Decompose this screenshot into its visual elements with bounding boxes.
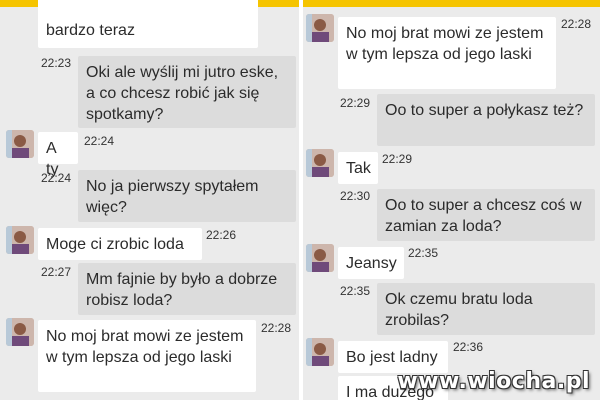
message-text: No moj brat mowi ze jestem w tym lepsza … xyxy=(346,25,544,63)
avatar[interactable] xyxy=(306,338,334,366)
avatar-photo-icon xyxy=(306,149,334,177)
avatar[interactable] xyxy=(6,226,34,254)
chat-panel-right: No moj brat mowi ze jestem w tym lepsza … xyxy=(303,0,600,400)
avatar-photo-icon xyxy=(306,338,334,366)
avatar[interactable] xyxy=(306,14,334,42)
message-time: 22:28 xyxy=(261,321,292,335)
message-bubble: Oo to super a połykasz też? xyxy=(377,94,595,146)
message-time: 22:24 xyxy=(41,171,72,185)
message-bubble: bardzo teraz xyxy=(38,0,258,48)
message-text: No moj brat mowi ze jestem w tym lepsza … xyxy=(46,328,244,366)
message-text: Oki ale wyślij mi jutro eske, a co chces… xyxy=(86,64,279,123)
message-time: 22:29 xyxy=(340,96,371,110)
message-text: Oo to super a chcesz coś w zamian za lod… xyxy=(385,197,582,235)
top-bar xyxy=(303,0,600,7)
avatar[interactable] xyxy=(6,318,34,346)
message-time: 22:23 xyxy=(41,56,72,70)
message-text: No ja pierwszy spytałem więc? xyxy=(86,178,259,216)
message-text: Tak xyxy=(346,160,371,177)
message-bubble: No moj brat mowi ze jestem w tym lepsza … xyxy=(338,17,556,89)
message-text: Ok czemu bratu loda zrobilas? xyxy=(385,291,533,329)
message-time: 22:28 xyxy=(561,17,592,31)
message-bubble: Mm fajnie by było a dobrze robisz loda? xyxy=(78,263,296,315)
avatar-photo-icon xyxy=(306,244,334,272)
message-text: Oo to super a połykasz też? xyxy=(385,102,584,119)
message-bubble: A ty xyxy=(38,132,78,178)
message-time: 22:29 xyxy=(382,152,413,166)
message-text: Bo jest ladny xyxy=(346,349,438,366)
message-time: 22:26 xyxy=(206,228,237,242)
message-text: Moge ci zrobic loda xyxy=(46,236,184,253)
watermark-text: www.wiocha.pl xyxy=(397,369,590,394)
message-time: 22:36 xyxy=(453,340,484,354)
message-time: 22:24 xyxy=(84,134,115,148)
message-text: bardzo teraz xyxy=(46,22,135,39)
avatar[interactable] xyxy=(306,149,334,177)
message-time: 22:27 xyxy=(41,265,72,279)
message-time: 22:30 xyxy=(340,189,371,203)
avatar-photo-icon xyxy=(306,14,334,42)
message-bubble: No ja pierwszy spytałem więc? xyxy=(78,170,296,222)
message-bubble: No moj brat mowi ze jestem w tym lepsza … xyxy=(38,320,256,392)
message-bubble: Oo to super a chcesz coś w zamian za lod… xyxy=(377,189,595,241)
message-bubble: Jeansy xyxy=(338,247,404,279)
avatar[interactable] xyxy=(6,130,34,158)
message-time: 22:35 xyxy=(408,246,439,260)
chat-panel-left: bardzo teraz 22:23 Oki ale wyślij mi jut… xyxy=(0,0,299,400)
message-bubble: Ok czemu bratu loda zrobilas? xyxy=(377,283,595,335)
message-time: 22:35 xyxy=(340,284,371,298)
message-bubble: Tak xyxy=(338,152,378,184)
avatar-photo-icon xyxy=(6,318,34,346)
message-bubble: Oki ale wyślij mi jutro eske, a co chces… xyxy=(78,56,296,128)
message-text: Jeansy xyxy=(346,255,397,272)
message-text: Mm fajnie by było a dobrze robisz loda? xyxy=(86,271,278,309)
avatar[interactable] xyxy=(306,244,334,272)
avatar-photo-icon xyxy=(6,226,34,254)
avatar-photo-icon xyxy=(6,130,34,158)
message-bubble: Moge ci zrobic loda xyxy=(38,228,202,260)
